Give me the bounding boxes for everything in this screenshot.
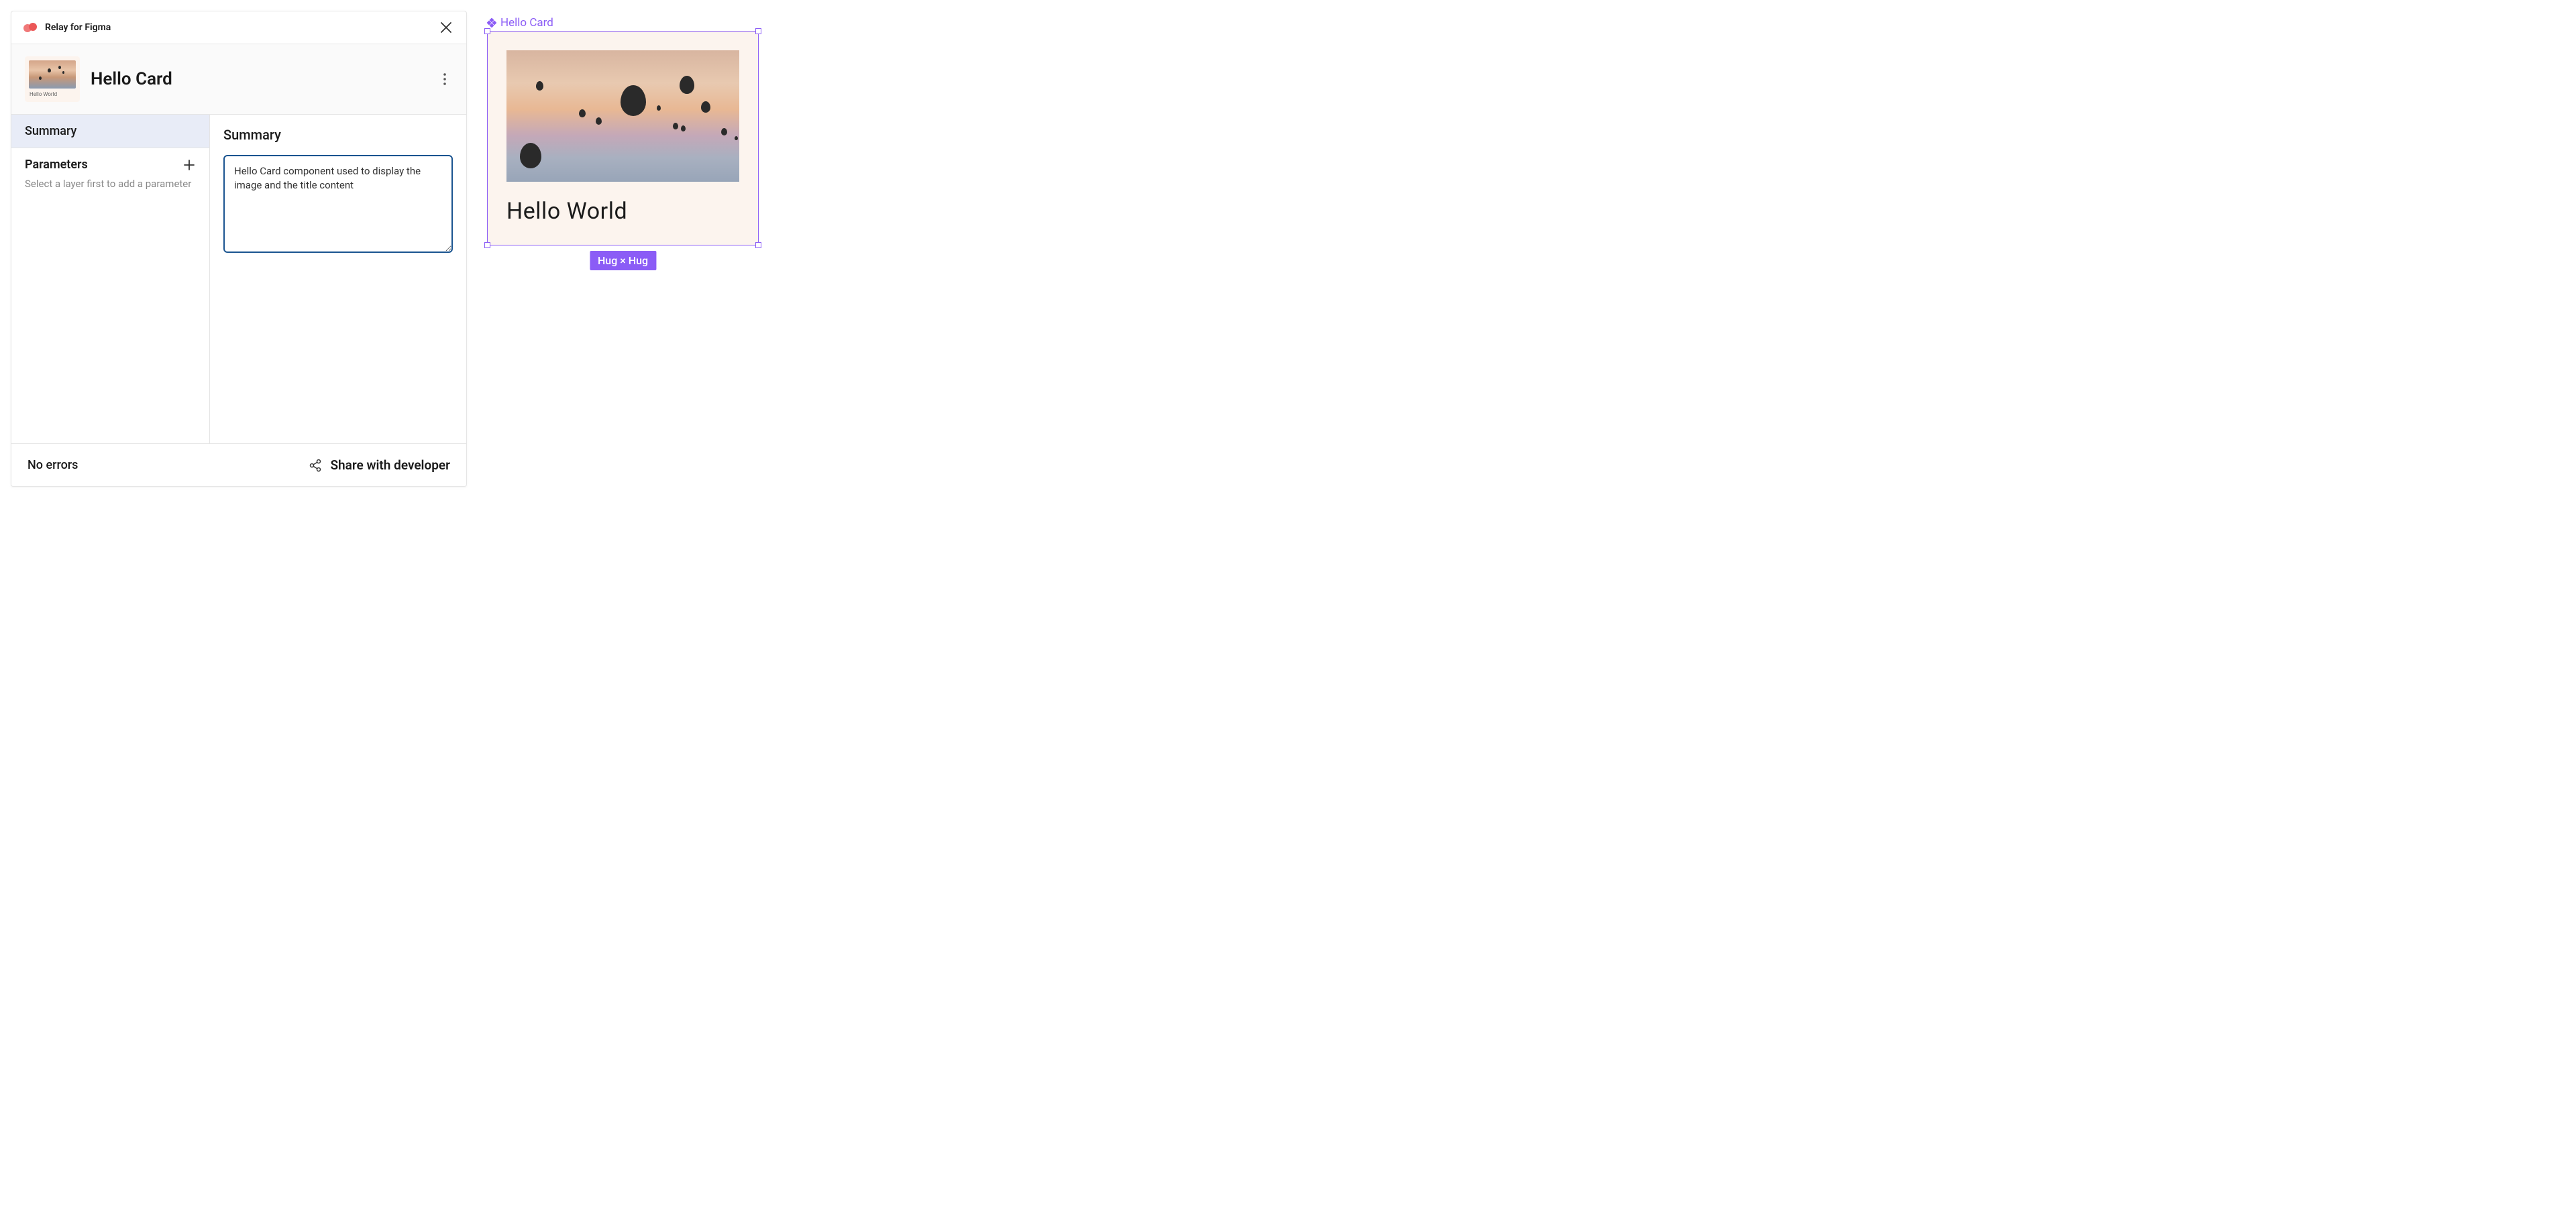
plus-icon	[183, 159, 195, 171]
add-parameter-button[interactable]	[182, 158, 196, 172]
size-badge: Hug × Hug	[590, 251, 656, 270]
relay-plugin-panel: Relay for Figma Hello World	[11, 11, 467, 487]
component-frame-label-text: Hello Card	[500, 16, 553, 30]
share-with-developer-button[interactable]: Share with developer	[309, 457, 450, 473]
content-heading: Summary	[223, 127, 453, 143]
more-menu-button[interactable]	[437, 71, 453, 87]
plugin-title: Relay for Figma	[45, 22, 111, 33]
selection-frame[interactable]: Hello World Hug × Hug	[487, 31, 759, 245]
resize-handle-tr[interactable]	[755, 28, 761, 34]
parameters-title: Parameters	[25, 158, 88, 172]
component-frame-label[interactable]: Hello Card	[487, 16, 759, 30]
sidebar: Summary Parameters Select a layer first …	[11, 115, 210, 443]
component-icon	[487, 18, 496, 27]
close-button[interactable]	[438, 19, 454, 36]
close-icon	[440, 21, 452, 34]
resize-handle-bl[interactable]	[484, 242, 490, 248]
component-header: Hello World Hello Card	[11, 44, 466, 115]
panel-header: Relay for Figma	[11, 11, 466, 44]
relay-logo-icon	[23, 22, 40, 33]
header-left: Relay for Figma	[23, 22, 111, 33]
component-title: Hello Card	[91, 69, 172, 89]
thumbnail-image	[29, 60, 76, 89]
parameters-header: Parameters	[25, 158, 196, 172]
summary-textarea[interactable]	[223, 155, 453, 253]
resize-handle-br[interactable]	[755, 242, 761, 248]
panel-footer: No errors Share with developer	[11, 443, 466, 486]
component-thumbnail: Hello World	[25, 56, 80, 102]
errors-status: No errors	[28, 458, 78, 472]
resize-handle-tl[interactable]	[484, 28, 490, 34]
card-title: Hello World	[506, 198, 739, 225]
content-area: Summary	[210, 115, 466, 443]
parameters-hint: Select a layer first to add a parameter	[25, 177, 196, 191]
tab-summary[interactable]: Summary	[11, 115, 209, 148]
hello-card-component[interactable]: Hello World	[488, 32, 758, 245]
share-icon	[309, 459, 322, 472]
thumbnail-caption: Hello World	[29, 91, 76, 97]
figma-canvas: Hello Card Hello World	[487, 11, 759, 487]
more-vertical-icon	[443, 73, 446, 85]
card-image	[506, 50, 739, 182]
component-header-left: Hello World Hello Card	[25, 56, 172, 102]
share-label: Share with developer	[330, 457, 450, 473]
parameters-section: Parameters Select a layer first to add a…	[11, 148, 209, 201]
panel-body: Summary Parameters Select a layer first …	[11, 115, 466, 443]
